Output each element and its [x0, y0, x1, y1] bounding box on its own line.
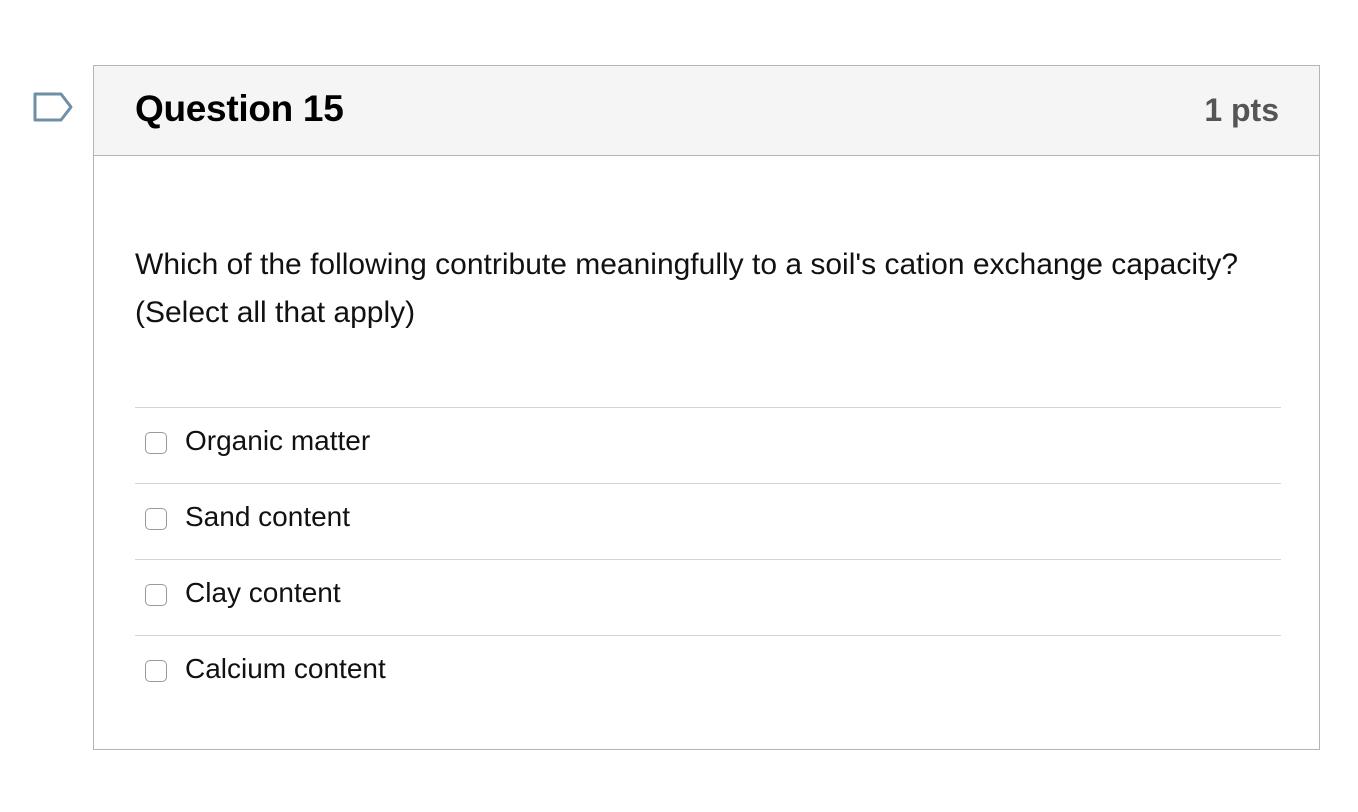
- checkbox-icon[interactable]: [145, 660, 167, 682]
- checkbox-icon[interactable]: [145, 584, 167, 606]
- flag-question-icon[interactable]: [33, 92, 75, 126]
- answer-option-organic-matter[interactable]: Organic matter: [135, 407, 1281, 483]
- answer-list: Organic matter Sand content Clay content…: [135, 407, 1281, 711]
- answer-label[interactable]: Organic matter: [185, 425, 370, 457]
- answer-option-clay-content[interactable]: Clay content: [135, 559, 1281, 635]
- question-points: 1 pts: [1204, 92, 1279, 128]
- checkbox-icon[interactable]: [145, 508, 167, 530]
- answer-label[interactable]: Clay content: [185, 577, 341, 609]
- checkbox-icon[interactable]: [145, 432, 167, 454]
- answer-label[interactable]: Sand content: [185, 501, 350, 533]
- question-title: Question 15: [135, 88, 344, 129]
- answer-label[interactable]: Calcium content: [185, 653, 386, 685]
- answer-option-sand-content[interactable]: Sand content: [135, 483, 1281, 559]
- answer-option-calcium-content[interactable]: Calcium content: [135, 635, 1281, 711]
- question-text: Which of the following contribute meanin…: [135, 248, 1239, 329]
- question-header: Question 15 1 pts: [94, 66, 1319, 156]
- question-card: Question 15 1 pts Which of the following…: [93, 65, 1320, 750]
